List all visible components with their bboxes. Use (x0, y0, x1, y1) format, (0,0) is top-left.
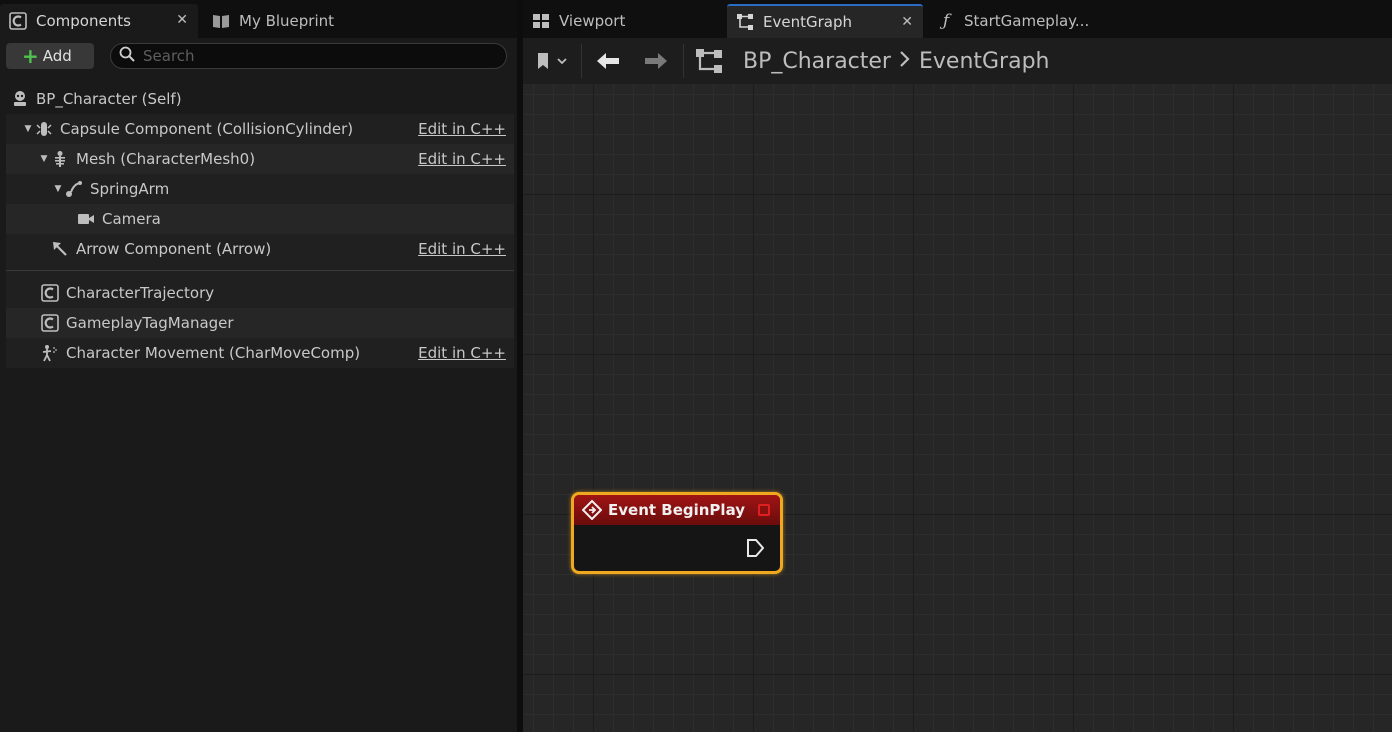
tree-label: SpringArm (90, 180, 170, 198)
tree-label: Camera (102, 210, 161, 228)
tab-label: StartGameplay... (964, 12, 1090, 30)
tab-my-blueprint[interactable]: My Blueprint (203, 4, 403, 38)
tree-label: Capsule Component (CollisionCylinder) (60, 120, 354, 138)
tree-row-mesh[interactable]: ▼ Mesh (CharacterMesh0) Edit in C++ (6, 144, 514, 174)
function-icon: ƒ (942, 11, 950, 31)
camera-icon (76, 209, 96, 229)
node-title: Event BeginPlay (608, 501, 746, 519)
graph-icon (735, 12, 755, 32)
node-header: Event BeginPlay (574, 495, 780, 525)
graph-panel: Viewport EventGraph ✕ ƒ StartGameplay... (523, 0, 1392, 732)
tree-row-capsule[interactable]: ▼ Capsule Component (CollisionCylinder) … (6, 114, 514, 144)
toolbar-divider (581, 44, 582, 78)
spring-arm-icon (64, 179, 84, 199)
toolbar-divider (683, 44, 684, 78)
graph-toolbar: BP_Character EventGraph (523, 38, 1392, 84)
tree-row-springarm[interactable]: ▼ SpringArm (6, 174, 514, 204)
breadcrumb-blueprint[interactable]: BP_Character (743, 49, 891, 74)
tree-row-camera[interactable]: Camera (6, 204, 514, 234)
add-component-button[interactable]: + Add (6, 43, 94, 69)
event-graph-canvas[interactable]: Event BeginPlay (523, 84, 1392, 732)
delegate-pin[interactable] (758, 504, 770, 516)
add-label: Add (42, 47, 72, 65)
tab-label: EventGraph (763, 13, 852, 31)
tree-label: GameplayTagManager (66, 314, 234, 332)
forward-button[interactable] (639, 46, 673, 76)
tree-row-character-trajectory[interactable]: CharacterTrajectory (6, 278, 514, 308)
tree-row-root[interactable]: BP_Character (Self) (6, 84, 514, 114)
capsule-icon (34, 119, 54, 139)
event-beginplay-node[interactable]: Event BeginPlay (571, 492, 783, 574)
arrow-component-icon (50, 239, 70, 259)
book-icon (211, 11, 231, 31)
skeleton-icon (50, 149, 70, 169)
tree-row-gameplay-tag-manager[interactable]: GameplayTagManager (6, 308, 514, 338)
tab-components[interactable]: Components ✕ (0, 4, 198, 38)
viewport-icon (531, 11, 551, 31)
tab-label: My Blueprint (239, 12, 335, 30)
tab-label: Viewport (559, 12, 626, 30)
exec-output-pin[interactable] (746, 539, 764, 557)
tab-label: Components (36, 12, 131, 30)
tab-eventgraph[interactable]: EventGraph ✕ (727, 4, 923, 38)
breadcrumb: BP_Character EventGraph (695, 46, 1050, 76)
close-icon[interactable]: ✕ (901, 14, 913, 30)
back-button[interactable] (591, 46, 625, 76)
breadcrumb-graph[interactable]: EventGraph (919, 49, 1050, 74)
chevron-right-icon (899, 49, 911, 73)
tree-label: CharacterTrajectory (66, 284, 215, 302)
tree-label: Arrow Component (Arrow) (76, 240, 272, 258)
edit-in-cpp-link[interactable]: Edit in C++ (418, 120, 506, 138)
tree-label: Character Movement (CharMoveComp) (66, 344, 361, 362)
tree-label: Mesh (CharacterMesh0) (76, 150, 256, 168)
components-toolbar: + Add (0, 38, 517, 74)
edit-in-cpp-link[interactable]: Edit in C++ (418, 150, 506, 168)
bookmark-dropdown-button[interactable] (531, 46, 573, 76)
tab-start-gameplay[interactable]: ƒ StartGameplay... (928, 4, 1128, 38)
close-icon[interactable]: ✕ (176, 12, 188, 28)
tree-row-character-movement[interactable]: Character Movement (CharMoveComp) Edit i… (6, 338, 514, 368)
caret-down-icon[interactable]: ▼ (52, 184, 64, 194)
character-icon (10, 89, 30, 109)
tab-viewport[interactable]: Viewport (523, 4, 723, 38)
tree-label: BP_Character (Self) (36, 90, 182, 108)
component-icon (40, 313, 60, 333)
components-panel: Components ✕ My Blueprint + Add BP_Chara… (0, 0, 517, 732)
tree-divider (6, 270, 514, 271)
component-icon (8, 11, 28, 31)
left-tab-bar: Components ✕ My Blueprint (0, 0, 517, 38)
plus-icon: + (22, 44, 39, 68)
component-icon (40, 283, 60, 303)
caret-down-icon[interactable]: ▼ (22, 124, 34, 134)
search-icon (119, 46, 135, 66)
movement-icon (40, 343, 60, 363)
component-tree: ▼ Capsule Component (CollisionCylinder) … (6, 114, 514, 368)
edit-in-cpp-link[interactable]: Edit in C++ (418, 240, 506, 258)
search-input[interactable] (143, 47, 483, 65)
graph-icon (695, 48, 723, 74)
caret-down-icon[interactable]: ▼ (38, 154, 50, 164)
event-icon (582, 500, 602, 520)
search-box[interactable] (110, 43, 507, 69)
right-tab-bar: Viewport EventGraph ✕ ƒ StartGameplay... (523, 0, 1392, 38)
edit-in-cpp-link[interactable]: Edit in C++ (418, 344, 506, 362)
tree-row-arrow[interactable]: Arrow Component (Arrow) Edit in C++ (6, 234, 514, 264)
